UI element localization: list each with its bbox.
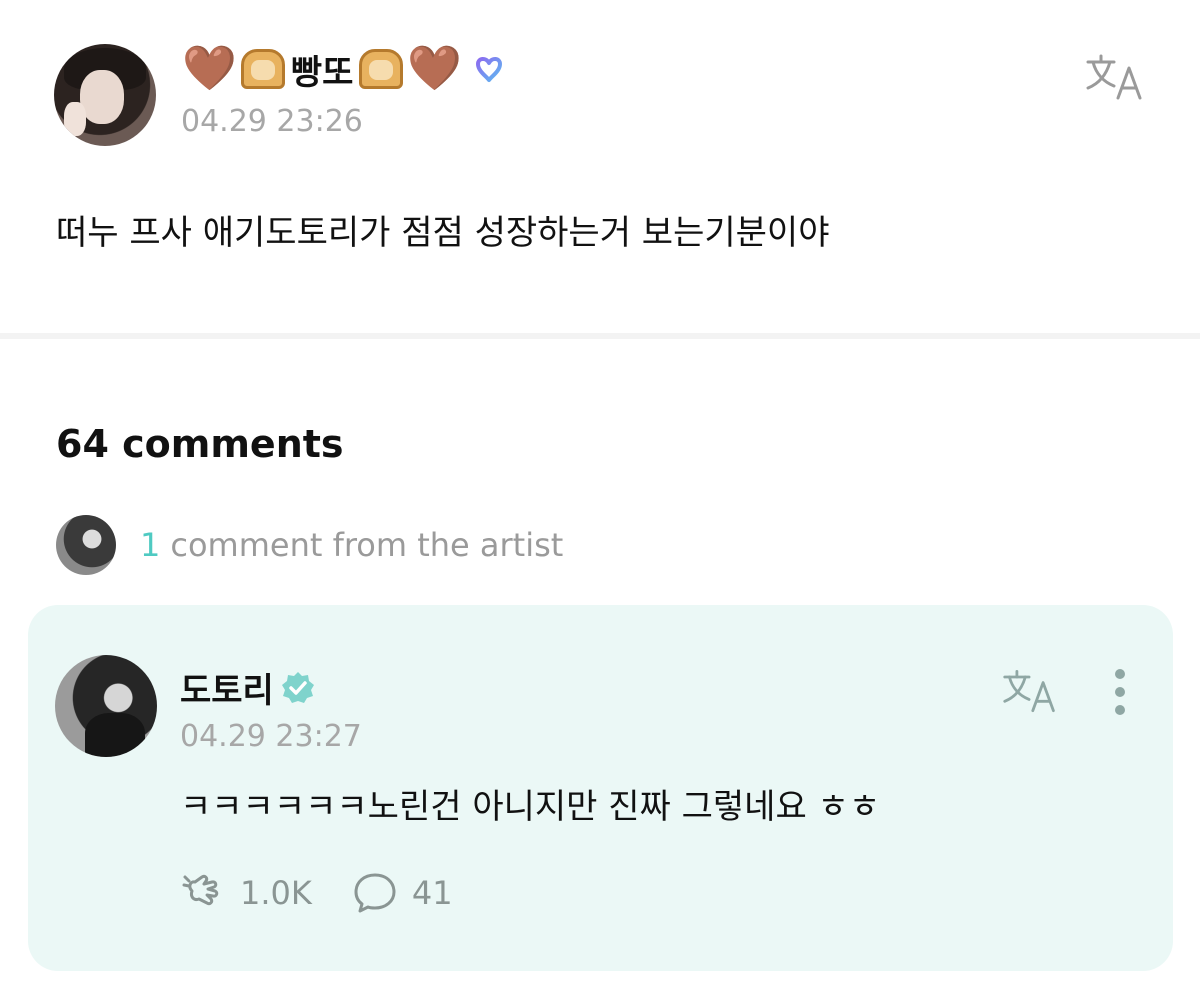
bread-icon — [359, 49, 404, 89]
artist-comment-card[interactable]: 도토리 04.29 23:27 ㅋㅋㅋㅋㅋㅋ노린건 아니지만 진짜 그렇네요 ㅎ… — [28, 605, 1173, 971]
post-timestamp: 04.29 23:26 — [181, 104, 363, 139]
comment-actions: 1.0K 41 — [180, 871, 453, 915]
bread-icon — [240, 49, 285, 89]
brown-heart-icon: 🤎 — [182, 43, 237, 94]
translate-icon[interactable] — [1001, 667, 1059, 715]
post-author-avatar[interactable] — [54, 44, 156, 146]
like-count: 1.0K — [240, 874, 312, 912]
artist-name-row: 도토리 — [180, 663, 316, 712]
verified-icon — [281, 671, 314, 703]
reply-count: 41 — [411, 874, 453, 912]
more-vertical-icon[interactable] — [1112, 669, 1128, 719]
post-body: 떠누 프사 애기도토리가 점점 성장하는거 보는기분이야 — [56, 213, 830, 253]
section-divider — [0, 333, 1200, 339]
post-author-name: 빵또 — [290, 52, 354, 93]
translate-icon[interactable] — [1084, 52, 1146, 102]
post: 🤎 빵또 🤎 04.29 23:26 떠누 프사 애기도토리가 점점 성장하는거 — [0, 0, 1200, 336]
weverse-membership-icon — [476, 57, 503, 82]
chat-bubble-icon[interactable] — [352, 871, 398, 915]
artist-name: 도토리 — [180, 671, 274, 711]
comments-count-heading: 64 comments — [56, 422, 344, 466]
artist-avatar[interactable] — [55, 655, 157, 757]
artist-comment-summary[interactable]: 1 comment from the artist — [56, 515, 564, 575]
artist-comment-label: comment from the artist — [170, 526, 564, 564]
artist-comment-timestamp: 04.29 23:27 — [180, 719, 362, 754]
cheer-icon[interactable] — [180, 871, 226, 915]
artist-avatar-small — [56, 515, 116, 575]
brown-heart-icon: 🤎 — [407, 43, 463, 94]
artist-comment-body: ㅋㅋㅋㅋㅋㅋ노린건 아니지만 진짜 그렇네요 ㅎㅎ — [180, 787, 881, 827]
post-author-name-row[interactable]: 🤎 빵또 🤎 — [182, 44, 506, 94]
artist-comment-count: 1 — [140, 526, 161, 564]
